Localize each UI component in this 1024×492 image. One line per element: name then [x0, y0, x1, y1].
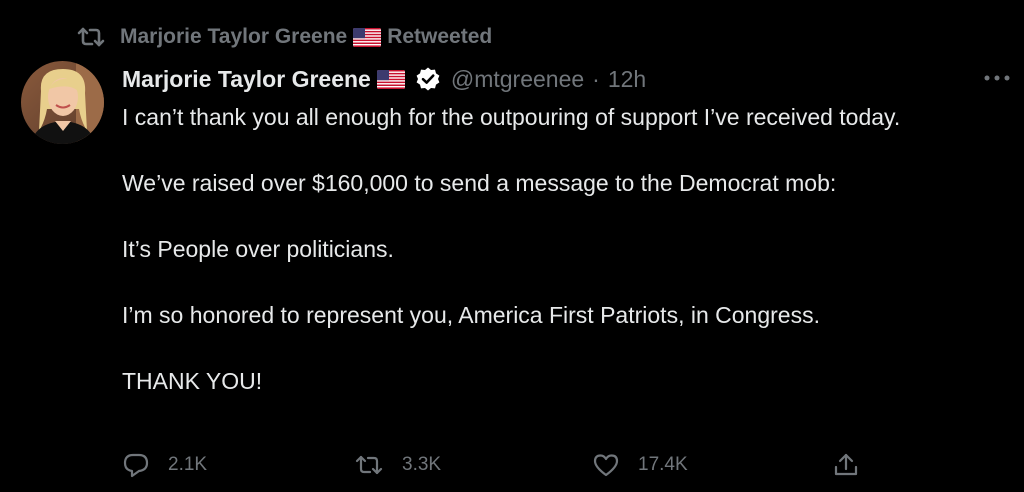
tweet-paragraph: We’ve raised over $160,000 to send a mes… — [122, 170, 837, 196]
retweet-notice[interactable]: Marjorie Taylor Greene Retweeted — [76, 22, 492, 52]
retweet-icon — [76, 24, 106, 50]
timestamp[interactable]: 12h — [608, 66, 646, 93]
like-icon — [593, 454, 619, 477]
separator-dot: · — [592, 65, 600, 92]
reply-count: 2.1K — [168, 454, 208, 475]
retweeted-label: Retweeted — [387, 25, 493, 48]
tweet-paragraph: I can’t thank you all enough for the out… — [122, 104, 901, 130]
tweet-actions: 2.1K 3.3K 17.4K — [122, 448, 882, 482]
reply-button[interactable]: 2.1K — [122, 448, 207, 482]
avatar[interactable] — [21, 61, 104, 144]
share-icon — [834, 453, 858, 476]
tweet-text: I can’t thank you all enough for the out… — [122, 101, 992, 431]
retweeter-name[interactable]: Marjorie Taylor Greene — [120, 25, 347, 49]
tweet-paragraph: It’s People over politicians. — [122, 236, 394, 262]
us-flag-icon — [376, 69, 405, 89]
share-button[interactable] — [832, 448, 878, 482]
tweet-header: Marjorie Taylor Greene @mtgreenee · 12h — [122, 62, 646, 96]
author-name[interactable]: Marjorie Taylor Greene — [122, 66, 371, 93]
reply-icon — [123, 453, 149, 478]
tweet-paragraph: THANK YOU! — [122, 368, 263, 394]
tweet[interactable]: Marjorie Taylor Greene Retweeted Marjori… — [0, 0, 1024, 492]
retweet-icon — [355, 455, 383, 475]
more-icon[interactable] — [982, 68, 1012, 88]
author-handle[interactable]: @mtgreenee — [451, 66, 584, 93]
like-button[interactable]: 17.4K — [592, 448, 688, 482]
like-count: 17.4K — [638, 454, 688, 475]
us-flag-icon — [353, 27, 382, 47]
retweet-count: 3.3K — [402, 454, 442, 475]
verified-badge-icon — [415, 66, 441, 92]
tweet-paragraph: I’m so honored to represent you, America… — [122, 302, 820, 328]
retweet-button[interactable]: 3.3K — [354, 448, 441, 482]
